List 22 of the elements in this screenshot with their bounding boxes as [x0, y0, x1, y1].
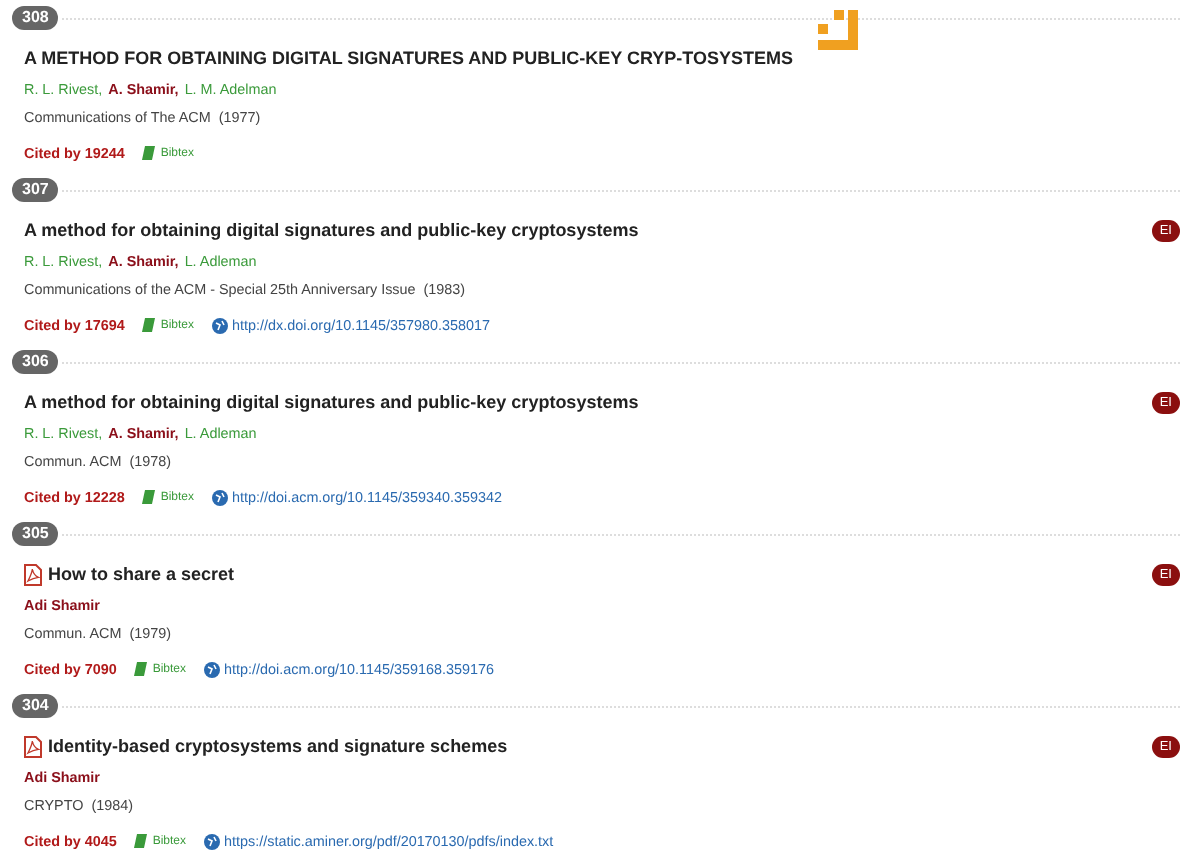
- rank-badge: 307: [12, 178, 59, 202]
- rank-badge: 306: [12, 350, 59, 374]
- paper-title[interactable]: Identity-based cryptosystems and signature schemes: [48, 736, 508, 756]
- rank-badge: 308: [12, 6, 59, 30]
- squares-icon: [818, 10, 858, 50]
- rank-badge: 305: [12, 522, 59, 546]
- globe-icon: [204, 833, 221, 849]
- globe-icon: [204, 661, 221, 677]
- book-icon: [142, 490, 157, 504]
- paper-title[interactable]: How to share a secret: [48, 564, 235, 584]
- book-icon: [142, 318, 157, 332]
- pdf-icon[interactable]: [24, 735, 42, 757]
- globe-icon: [212, 489, 229, 505]
- paper-title[interactable]: A method for obtaining digital signatures and public-key cryptosystems: [24, 392, 639, 412]
- book-icon: [134, 662, 149, 676]
- paper-title[interactable]: A method for obtaining digital signatures and public-key cryptosystems: [24, 220, 639, 240]
- book-icon: [134, 834, 149, 848]
- paper-title[interactable]: A METHOD FOR OBTAINING DIGITAL SIGNATURES AND PUBLIC-KEY CRYP-TOSYSTEMS: [24, 48, 794, 68]
- book-icon: [142, 146, 157, 160]
- rank-badge: 304: [12, 694, 59, 718]
- globe-icon: [212, 317, 229, 333]
- pdf-icon[interactable]: [24, 563, 42, 585]
